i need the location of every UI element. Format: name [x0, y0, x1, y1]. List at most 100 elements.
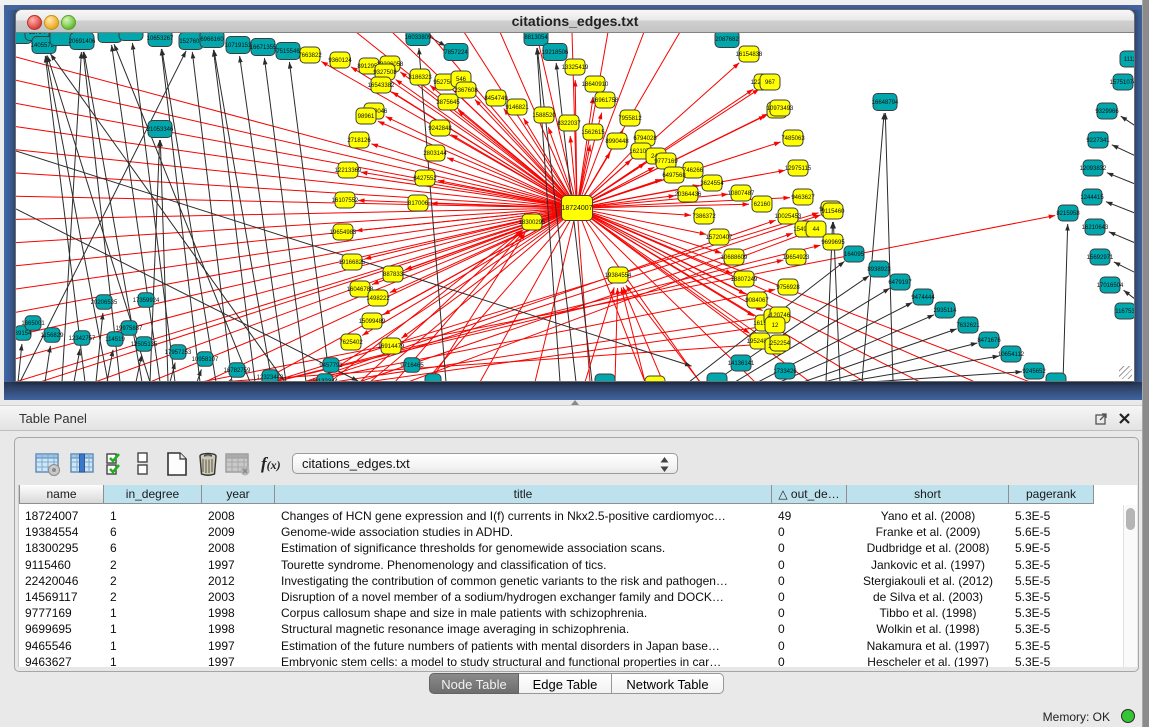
- svg-text:9463627: 9463627: [791, 195, 815, 201]
- svg-text:9699695: 9699695: [821, 240, 845, 246]
- svg-text:11132344: 11132344: [312, 379, 338, 382]
- svg-text:6479197: 6479197: [888, 280, 912, 286]
- svg-text:16782759: 16782759: [224, 368, 251, 374]
- svg-text:7485063: 7485063: [781, 136, 805, 142]
- svg-text:20206535: 20206535: [91, 300, 118, 306]
- svg-text:10654112: 10654112: [998, 352, 1025, 358]
- svg-text:7857224: 7857224: [444, 50, 468, 56]
- svg-text:967: 967: [765, 80, 776, 86]
- svg-text:2718126: 2718126: [347, 138, 371, 144]
- svg-text:12342757: 12342757: [69, 336, 96, 342]
- svg-text:3875645: 3875645: [436, 100, 460, 106]
- svg-text:1156829: 1156829: [41, 333, 65, 339]
- svg-text:12213369: 12213369: [335, 168, 362, 174]
- svg-text:9327508: 9327508: [373, 70, 397, 76]
- svg-text:252254: 252254: [770, 341, 791, 347]
- svg-text:1733426: 1733426: [773, 369, 797, 375]
- svg-text:6794028: 6794028: [633, 136, 657, 142]
- svg-text:9242848: 9242848: [428, 126, 452, 132]
- svg-text:12093832: 12093832: [1080, 166, 1107, 172]
- svg-text:9084067: 9084067: [745, 298, 769, 304]
- svg-text:10025453: 10025453: [775, 214, 802, 220]
- svg-text:16033809: 16033809: [405, 35, 432, 41]
- svg-text:16671355: 16671355: [250, 45, 277, 51]
- svg-text:10688609: 10688609: [721, 255, 748, 261]
- svg-text:19654923: 19654923: [783, 255, 810, 261]
- svg-text:10807487: 10807487: [728, 191, 755, 197]
- svg-text:116753: 116753: [1115, 309, 1135, 315]
- svg-text:15751074: 15751074: [1110, 80, 1135, 86]
- svg-text:1588520: 1588520: [532, 113, 556, 119]
- svg-text:3624554: 3624554: [700, 181, 724, 187]
- svg-text:18300295: 18300295: [519, 220, 546, 226]
- svg-text:16107552: 16107552: [332, 198, 359, 204]
- svg-text:12505135: 12505135: [131, 342, 158, 348]
- svg-text:7515546: 7515546: [276, 49, 300, 55]
- svg-text:19166825: 19166825: [339, 260, 366, 266]
- svg-text:18807249: 18807249: [731, 277, 758, 283]
- svg-text:887833: 887833: [383, 272, 404, 278]
- svg-text:9777169: 9777169: [654, 159, 678, 165]
- svg-text:1498222: 1498222: [366, 296, 390, 302]
- svg-text:8186323: 8186323: [408, 75, 432, 81]
- svg-text:39154: 39154: [16, 331, 32, 337]
- svg-text:2935114: 2935114: [934, 308, 958, 314]
- svg-text:9146821: 9146821: [505, 105, 529, 111]
- svg-text:21053346: 21053346: [147, 127, 174, 133]
- svg-text:10653267: 10653267: [147, 36, 174, 42]
- svg-text:16210643: 16210643: [1082, 225, 1109, 231]
- svg-text:7955812: 7955812: [618, 116, 642, 122]
- svg-text:10719151: 10719151: [225, 43, 252, 49]
- svg-text:16914479: 16914479: [378, 344, 405, 350]
- svg-text:2803144: 2803144: [423, 151, 447, 157]
- svg-text:8990448: 8990448: [605, 139, 629, 145]
- svg-text:6966160: 6966160: [200, 37, 224, 43]
- svg-text:2087682: 2087682: [715, 37, 739, 43]
- svg-text:8322037: 8322037: [557, 121, 581, 127]
- svg-text:9756928: 9756928: [776, 285, 800, 291]
- svg-text:1112: 1112: [1124, 57, 1135, 63]
- svg-text:746266: 746266: [683, 168, 704, 174]
- svg-text:17359924: 17359924: [133, 298, 160, 304]
- svg-text:9115460: 9115460: [822, 209, 846, 215]
- svg-text:19654983: 19654983: [330, 230, 357, 236]
- svg-text:15692971: 15692971: [1087, 255, 1114, 261]
- svg-text:2367608: 2367608: [454, 88, 478, 94]
- svg-text:20364436: 20364436: [675, 192, 702, 198]
- svg-text:17957253: 17957253: [165, 350, 192, 356]
- svg-text:13325419: 13325419: [562, 65, 589, 71]
- svg-text:7625402: 7625402: [339, 340, 363, 346]
- svg-text:114519: 114519: [105, 337, 125, 343]
- svg-text:18724007: 18724007: [561, 205, 592, 212]
- svg-text:98961: 98961: [358, 114, 375, 120]
- svg-text:7632621: 7632621: [956, 323, 980, 329]
- svg-text:1562615: 1562615: [581, 130, 605, 136]
- svg-text:164095: 164095: [844, 252, 865, 258]
- svg-text:7663822: 7663822: [298, 53, 322, 59]
- svg-text:9716465: 9716465: [400, 363, 424, 369]
- svg-text:16543382: 16543382: [368, 83, 395, 89]
- svg-text:9457791: 9457791: [319, 363, 343, 369]
- svg-text:17016504: 17016504: [1097, 283, 1124, 289]
- svg-text:12: 12: [772, 323, 779, 329]
- svg-text:7386372: 7386372: [692, 214, 716, 220]
- svg-text:15099489: 15099489: [359, 319, 386, 325]
- svg-text:14136141: 14136141: [728, 361, 755, 367]
- svg-text:16961758: 16961758: [592, 98, 619, 104]
- svg-text:10958107: 10958107: [192, 357, 219, 363]
- svg-text:15720407: 15720407: [706, 235, 733, 241]
- svg-text:817006: 817006: [408, 201, 429, 207]
- svg-text:12975115: 12975115: [785, 166, 812, 172]
- svg-text:19975887: 19975887: [116, 326, 143, 332]
- svg-text:19384554: 19384554: [605, 273, 632, 279]
- svg-text:20691406: 20691406: [69, 39, 96, 45]
- svg-text:19218506: 19218506: [542, 50, 569, 56]
- svg-text:1665001: 1665001: [21, 321, 45, 327]
- svg-text:9360124: 9360124: [328, 58, 352, 64]
- svg-text:18640910: 18640910: [582, 82, 609, 88]
- svg-text:6497568: 6497568: [662, 173, 686, 179]
- svg-text:9329966: 9329966: [1095, 109, 1119, 115]
- svg-text:9474444: 9474444: [911, 295, 935, 301]
- svg-text:62160: 62160: [754, 202, 771, 208]
- svg-text:44: 44: [813, 227, 820, 233]
